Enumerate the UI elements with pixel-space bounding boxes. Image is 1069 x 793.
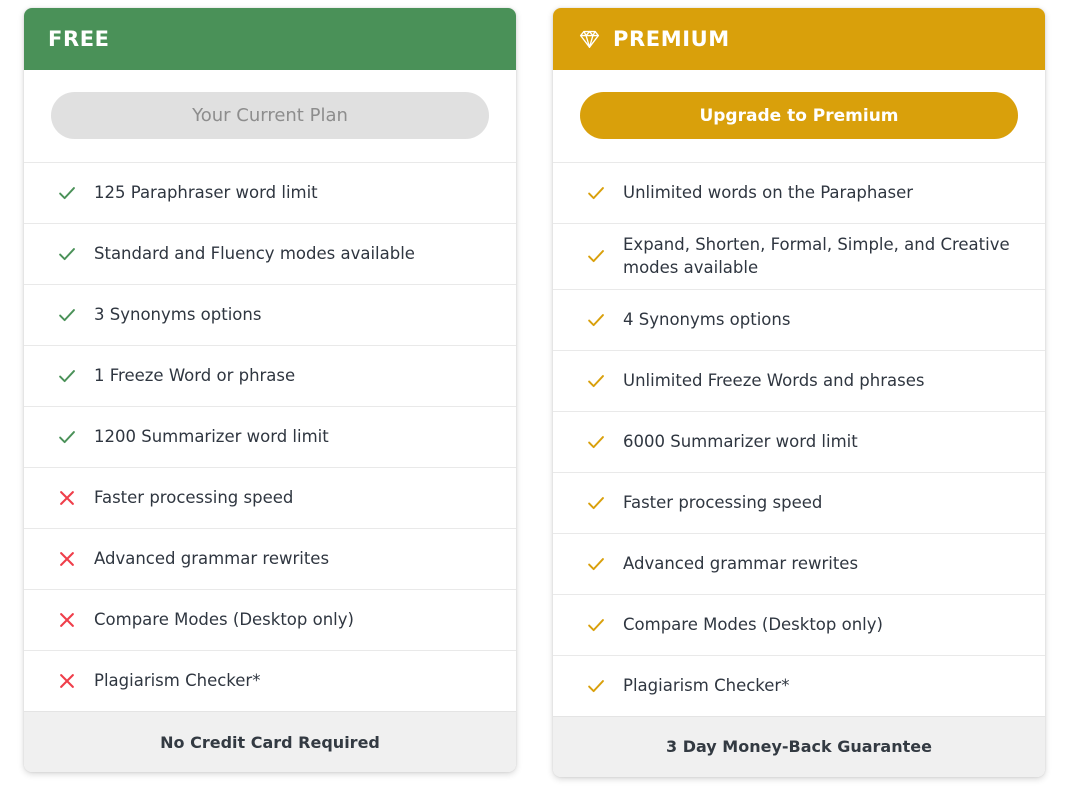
check-icon bbox=[585, 492, 607, 514]
feature-row: Standard and Fluency modes available bbox=[24, 223, 516, 284]
check-icon bbox=[56, 243, 78, 265]
feature-row: Unlimited Freeze Words and phrases bbox=[553, 349, 1045, 411]
plan-title: PREMIUM bbox=[613, 27, 730, 51]
feature-row: 1200 Summarizer word limit bbox=[24, 406, 516, 467]
check-icon bbox=[585, 182, 607, 204]
plan-footer-note: No Credit Card Required bbox=[24, 711, 516, 772]
feature-label: Faster processing speed bbox=[94, 488, 294, 508]
feature-row: Compare Modes (Desktop only) bbox=[553, 593, 1045, 655]
plan-card-free: FREE Your Current Plan 125 Paraphraser wo… bbox=[24, 8, 516, 772]
feature-list: Unlimited words on the Paraphaser Expand… bbox=[553, 162, 1045, 716]
feature-label: Expand, Shorten, Formal, Simple, and Cre… bbox=[623, 235, 1010, 278]
check-icon bbox=[585, 370, 607, 392]
feature-label: Standard and Fluency modes available bbox=[94, 244, 415, 264]
feature-label: Unlimited Freeze Words and phrases bbox=[623, 371, 925, 391]
check-icon bbox=[56, 182, 78, 204]
plan-header-free: FREE bbox=[24, 8, 516, 70]
plan-action-area: Your Current Plan bbox=[24, 70, 516, 162]
feature-label: Faster processing speed bbox=[623, 493, 823, 513]
feature-row: Expand, Shorten, Formal, Simple, and Cre… bbox=[553, 223, 1045, 289]
feature-row: 1 Freeze Word or phrase bbox=[24, 345, 516, 406]
check-icon bbox=[56, 426, 78, 448]
feature-label: Plagiarism Checker* bbox=[623, 676, 790, 696]
plan-header-premium: PREMIUM bbox=[553, 8, 1045, 70]
feature-label: Compare Modes (Desktop only) bbox=[623, 615, 883, 635]
check-icon bbox=[585, 309, 607, 331]
check-icon bbox=[585, 675, 607, 697]
upgrade-to-premium-button[interactable]: Upgrade to Premium bbox=[580, 92, 1018, 139]
feature-label: 125 Paraphraser word limit bbox=[94, 183, 318, 203]
feature-row: Advanced grammar rewrites bbox=[24, 528, 516, 589]
feature-row: Faster processing speed bbox=[553, 471, 1045, 533]
feature-label: 6000 Summarizer word limit bbox=[623, 432, 858, 452]
current-plan-button: Your Current Plan bbox=[51, 92, 489, 139]
feature-row: Advanced grammar rewrites bbox=[553, 532, 1045, 594]
feature-label: Advanced grammar rewrites bbox=[94, 549, 330, 569]
feature-label: 4 Synonyms options bbox=[623, 310, 791, 330]
check-icon bbox=[585, 431, 607, 453]
plan-footer-note: 3 Day Money-Back Guarantee bbox=[553, 715, 1045, 777]
feature-label: Unlimited words on the Paraphaser bbox=[623, 183, 914, 203]
check-icon bbox=[585, 553, 607, 575]
check-icon bbox=[585, 614, 607, 636]
cross-icon bbox=[56, 609, 78, 631]
feature-row: 125 Paraphraser word limit bbox=[24, 162, 516, 223]
check-icon bbox=[56, 365, 78, 387]
check-icon bbox=[56, 304, 78, 326]
feature-label: Advanced grammar rewrites bbox=[623, 554, 859, 574]
plan-card-premium: PREMIUM Upgrade to Premium Unlimited word… bbox=[553, 8, 1045, 777]
feature-label: 1200 Summarizer word limit bbox=[94, 427, 329, 447]
feature-label: 1 Freeze Word or phrase bbox=[94, 366, 296, 386]
feature-label: 3 Synonyms options bbox=[94, 305, 262, 325]
cross-icon bbox=[56, 670, 78, 692]
cross-icon bbox=[56, 487, 78, 509]
feature-row: Unlimited words on the Paraphaser bbox=[553, 162, 1045, 223]
plan-action-area: Upgrade to Premium bbox=[553, 70, 1045, 162]
feature-row: Compare Modes (Desktop only) bbox=[24, 589, 516, 650]
feature-list: 125 Paraphraser word limit Standard and … bbox=[24, 162, 516, 711]
pricing-plans-container: FREE Your Current Plan 125 Paraphraser wo… bbox=[0, 0, 1069, 793]
feature-row: 6000 Summarizer word limit bbox=[553, 410, 1045, 472]
feature-label: Plagiarism Checker* bbox=[94, 671, 261, 691]
check-icon bbox=[585, 245, 607, 267]
feature-row: Plagiarism Checker* bbox=[24, 650, 516, 711]
cross-icon bbox=[56, 548, 78, 570]
plan-title: FREE bbox=[48, 27, 110, 51]
feature-row: 4 Synonyms options bbox=[553, 288, 1045, 350]
feature-label: Compare Modes (Desktop only) bbox=[94, 610, 354, 630]
feature-row: 3 Synonyms options bbox=[24, 284, 516, 345]
diamond-icon bbox=[577, 27, 602, 51]
feature-row: Plagiarism Checker* bbox=[553, 654, 1045, 716]
feature-row: Faster processing speed bbox=[24, 467, 516, 528]
